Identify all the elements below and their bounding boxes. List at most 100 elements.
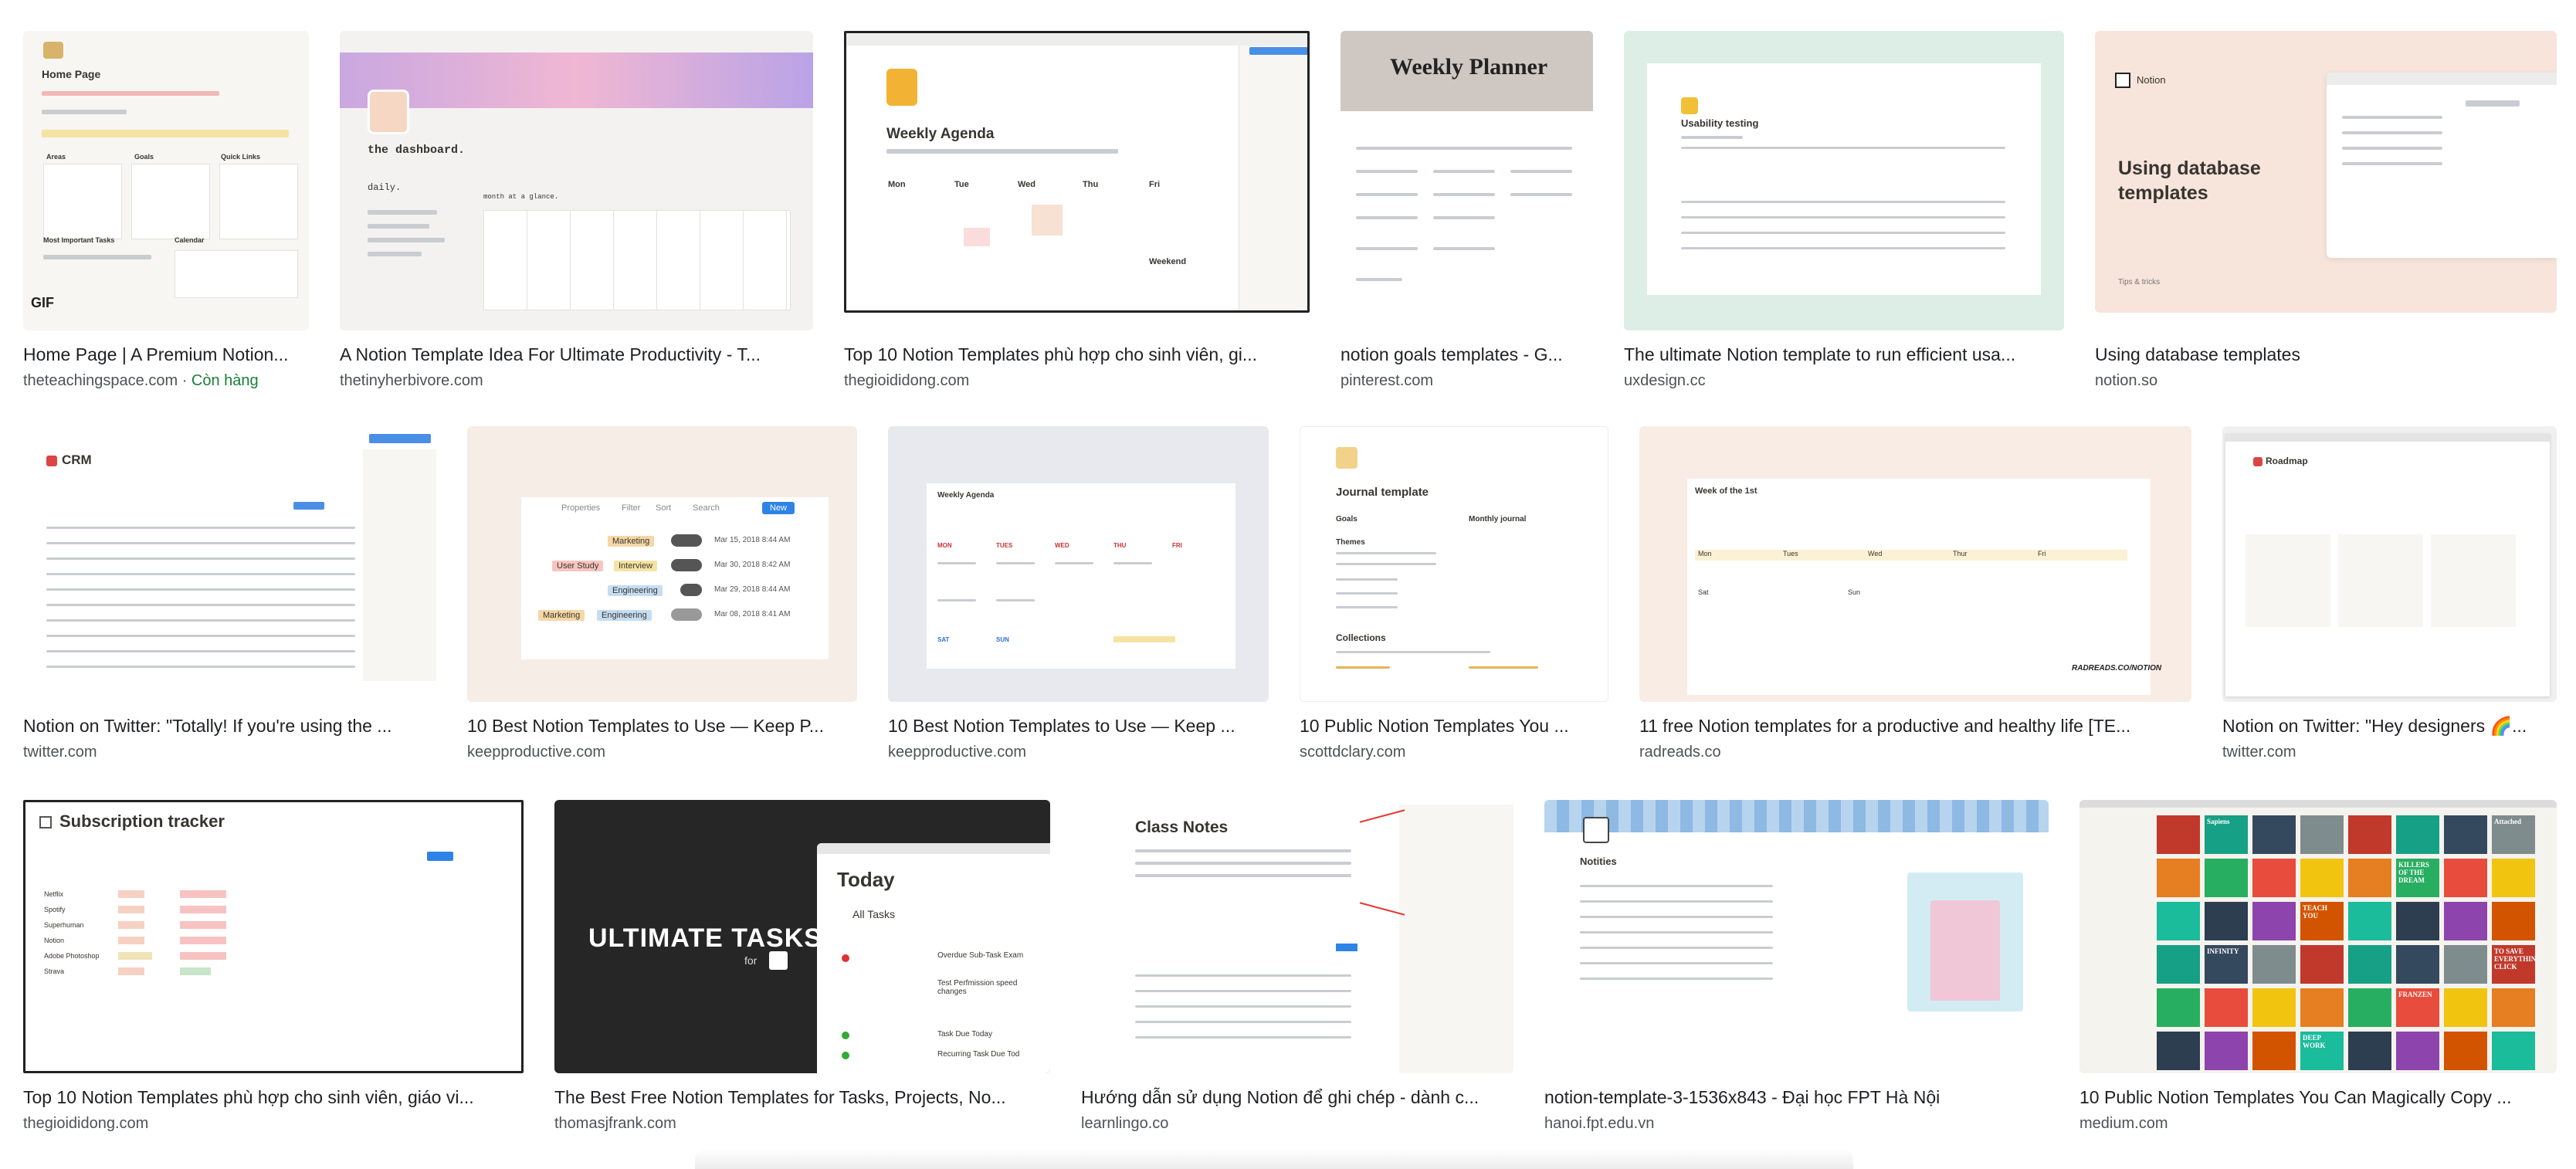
result-source[interactable]: twitter.com <box>23 742 436 762</box>
result-title[interactable]: 10 Public Notion Templates You Can Magic… <box>2079 1086 2557 1109</box>
result-thumbnail[interactable]: Subscription tracker Netflix Spotify Sup… <box>23 800 524 1073</box>
day-label: Thur <box>1953 550 1968 557</box>
result-title[interactable]: A Notion Template Idea For Ultimate Prod… <box>340 343 813 366</box>
result-title[interactable]: 11 free Notion templates for a productiv… <box>1639 714 2191 737</box>
stock-label: Còn hàng <box>191 372 259 389</box>
result-thumbnail[interactable]: Usability testing <box>1624 31 2064 330</box>
result-thumbnail[interactable]: Notities <box>1544 800 2049 1073</box>
result-thumbnail[interactable]: Journal template Goals Monthly journal T… <box>1300 426 1608 702</box>
thumb-col-areas: Areas <box>46 153 66 161</box>
result-title[interactable]: 10 Best Notion Templates to Use — Keep P… <box>467 714 857 737</box>
book-cover <box>2492 988 2535 1027</box>
result-thumbnail[interactable]: Weekly Agenda Mon Tue Wed Thu Fri Weeken… <box>844 31 1310 313</box>
result-source[interactable]: pinterest.com <box>1341 371 1593 391</box>
result-title[interactable]: Hướng dẫn sử dụng Notion để ghi chép - d… <box>1081 1086 1513 1109</box>
thumb-heading: Subscription tracker <box>59 812 225 831</box>
result-card[interactable]: Weekly Planner notion goals templates - … <box>1341 31 1593 402</box>
book-cover <box>2300 859 2344 897</box>
result-card[interactable]: Properties Filter Sort Search New Market… <box>467 426 857 770</box>
result-card[interactable]: Journal template Goals Monthly journal T… <box>1300 426 1608 770</box>
result-thumbnail[interactable]: Week of the 1st Mon Tues Wed Thur Fri Sa… <box>1639 426 2191 702</box>
result-title[interactable]: Notion on Twitter: "Totally! If you're u… <box>23 714 436 737</box>
result-title[interactable]: 10 Public Notion Templates You ... <box>1300 714 1608 737</box>
result-thumbnail[interactable]: Weekly Planner <box>1341 31 1593 330</box>
result-card[interactable]: Roadmap Notion on Twitter: "Hey designer… <box>2222 426 2557 770</box>
row-name: Netflix <box>44 890 64 898</box>
result-source[interactable]: medium.com <box>2079 1113 2557 1133</box>
result-source[interactable]: thegioididong.com <box>23 1113 524 1133</box>
result-card[interactable]: Week of the 1st Mon Tues Wed Thur Fri Sa… <box>1639 426 2191 770</box>
result-source[interactable]: thetinyherbivore.com <box>340 371 813 391</box>
result-thumbnail[interactable]: the dashboard. daily. month at a glance. <box>340 31 813 330</box>
book-cover <box>2396 815 2439 854</box>
day-label: Mon <box>888 180 906 189</box>
result-source[interactable]: radreads.co <box>1639 742 2191 762</box>
book-cover <box>2157 988 2200 1027</box>
result-card[interactable]: Sapiens Attached KILLERS OF THE DREAM TEACH… <box>2079 800 2557 1140</box>
result-card[interactable]: Weekly Agenda Mon Tue Wed Thu Fri Weeken… <box>844 31 1310 402</box>
result-card[interactable]: CRM Notion on Twitter: "Totally! If you'… <box>23 426 436 770</box>
result-card[interactable]: Class Notes Hướng dẫn sử dụng Notion để … <box>1081 800 1513 1140</box>
day-label: Fri <box>1149 180 1161 189</box>
result-thumbnail[interactable]: Roadmap <box>2222 426 2557 702</box>
result-source[interactable]: twitter.com <box>2222 742 2557 762</box>
result-title[interactable]: notion goals templates - G... <box>1341 343 1593 366</box>
result-source[interactable]: keepproductive.com <box>467 742 857 762</box>
result-card[interactable]: ULTIMATE TASKS for Today All Tasks Overd… <box>554 800 1050 1140</box>
result-source[interactable]: theteachingspace.com · Còn hàng <box>23 371 309 391</box>
day-label: Sun <box>1848 588 1861 596</box>
result-source[interactable]: scottdclary.com <box>1300 742 1608 762</box>
pen-icon <box>1583 817 1609 843</box>
result-thumbnail[interactable]: ULTIMATE TASKS for Today All Tasks Overd… <box>554 800 1050 1073</box>
task-label: Task Due Today <box>937 1030 992 1039</box>
book-cover <box>2157 815 2200 854</box>
book-title: TO SAVE EVERYTHING CLICK <box>2494 947 2535 971</box>
row-name: Adobe Photoshop <box>44 952 100 960</box>
book-cover: INFINITY <box>2205 945 2248 984</box>
result-thumbnail[interactable]: Class Notes <box>1081 800 1513 1073</box>
result-title[interactable]: Using database templates <box>2095 343 2557 366</box>
thumb-heading: Weekly Planner <box>1390 54 1548 80</box>
result-title[interactable]: notion-template-3-1536x843 - Đại học FPT… <box>1544 1086 2049 1109</box>
result-title[interactable]: Top 10 Notion Templates phù hợp cho sinh… <box>23 1086 524 1109</box>
gif-badge: GIF <box>31 295 54 310</box>
result-title[interactable]: Top 10 Notion Templates phù hợp cho sinh… <box>844 343 1310 366</box>
thumb-heading: Usability testing <box>1681 117 1759 129</box>
result-card[interactable]: the dashboard. daily. month at a glance.… <box>340 31 813 402</box>
result-thumbnail[interactable]: CRM <box>23 426 436 702</box>
result-title[interactable]: The Best Free Notion Templates for Tasks… <box>554 1086 1050 1109</box>
book-cover <box>2252 859 2296 897</box>
result-card[interactable]: Notities notion-template-3-1536x843 - Đạ… <box>1544 800 2049 1140</box>
result-thumbnail[interactable]: Notion Using database templates Tips & t… <box>2095 31 2557 313</box>
result-thumbnail[interactable]: Weekly Agenda MON TUES WED THU FRI SAT S… <box>888 426 1269 702</box>
result-source[interactable]: keepproductive.com <box>888 742 1269 762</box>
result-thumbnail[interactable]: Sapiens Attached KILLERS OF THE DREAM TEACH… <box>2079 800 2557 1073</box>
thumb-note: month at a glance. <box>483 193 559 201</box>
day-label: Wed <box>1868 550 1883 557</box>
result-source[interactable]: thegioididong.com <box>844 371 1310 391</box>
result-source[interactable]: thomasjfrank.com <box>554 1113 1050 1133</box>
day-label: Sat <box>1698 588 1709 596</box>
result-title[interactable]: 10 Best Notion Templates to Use — Keep .… <box>888 714 1269 737</box>
book-cover <box>2444 1032 2487 1070</box>
day-label: TUES <box>996 542 1013 549</box>
result-thumbnail[interactable]: Home Page Areas Goals Quick Links Most I… <box>23 31 309 330</box>
result-card[interactable]: Weekly Agenda MON TUES WED THU FRI SAT S… <box>888 426 1269 770</box>
thumb-heading: Weekly Agenda <box>886 126 995 142</box>
row-name: Superhuman <box>44 921 84 929</box>
result-title[interactable]: The ultimate Notion template to run effi… <box>1624 343 2064 366</box>
result-source[interactable]: notion.so <box>2095 371 2557 391</box>
result-card[interactable]: Usability testing The ultimate Notion te… <box>1624 31 2064 402</box>
thumb-heading: Week of the 1st <box>1695 486 1757 496</box>
result-card[interactable]: Notion Using database templates Tips & t… <box>2095 31 2557 402</box>
result-card[interactable]: Home Page Areas Goals Quick Links Most I… <box>23 31 309 402</box>
result-title[interactable]: Notion on Twitter: "Hey designers 🌈... <box>2222 714 2557 737</box>
result-title[interactable]: Home Page | A Premium Notion... <box>23 343 309 366</box>
result-source[interactable]: uxdesign.cc <box>1624 371 2064 391</box>
result-source[interactable]: learnlingo.co <box>1081 1113 1513 1133</box>
result-thumbnail[interactable]: Properties Filter Sort Search New Market… <box>467 426 857 702</box>
result-source[interactable]: hanoi.fpt.edu.vn <box>1544 1113 2049 1133</box>
book-cover <box>2444 859 2487 897</box>
result-card[interactable]: Subscription tracker Netflix Spotify Sup… <box>23 800 524 1140</box>
book-title: Sapiens <box>2207 818 2230 825</box>
